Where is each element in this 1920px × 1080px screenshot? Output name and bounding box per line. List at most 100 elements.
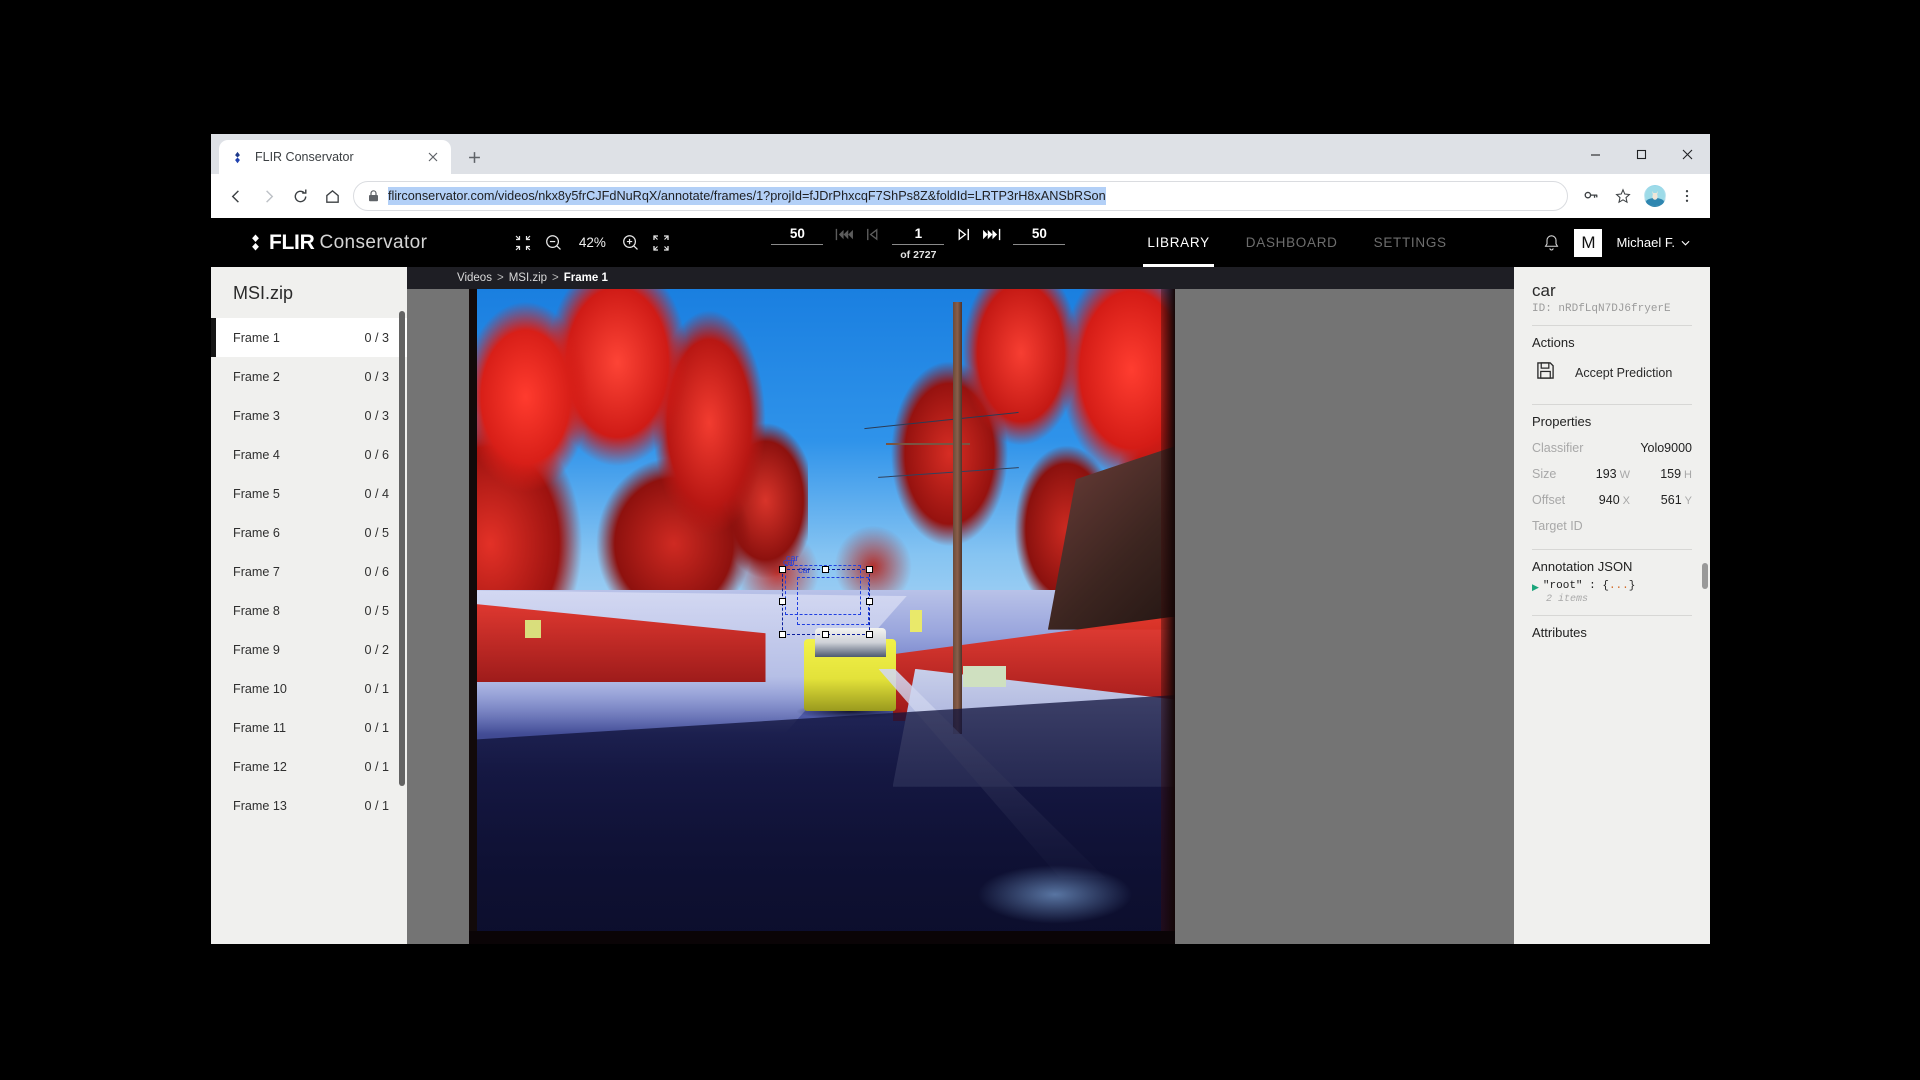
sidebar-scrollbar[interactable]	[399, 311, 405, 786]
resize-handle-n[interactable]	[822, 566, 829, 573]
minimize-button[interactable]	[1572, 134, 1618, 174]
forward-button[interactable]	[253, 181, 283, 211]
tab-library[interactable]: LIBRARY	[1129, 218, 1227, 267]
json-root-key: "root" : {	[1542, 580, 1609, 592]
attributes-heading: Attributes	[1532, 625, 1587, 640]
zoom-out-icon[interactable]	[545, 234, 562, 251]
property-key: Size	[1532, 467, 1557, 481]
tab-settings[interactable]: SETTINGS	[1356, 218, 1465, 267]
frame-list-item[interactable]: Frame 2 0 / 3	[211, 357, 407, 396]
skip-forward-many-icon[interactable]	[982, 225, 1001, 242]
accept-prediction-button[interactable]: Accept Prediction	[1532, 356, 1692, 394]
previous-frame-icon[interactable]	[866, 225, 880, 242]
property-offset-y[interactable]: 561 Y	[1630, 493, 1692, 507]
browser-window: FLIR Conservator flirconservator.com/vid…	[211, 134, 1710, 944]
maximize-button[interactable]	[1618, 134, 1664, 174]
frame-list-item[interactable]: Frame 10 0 / 1	[211, 669, 407, 708]
bell-icon[interactable]	[1543, 234, 1560, 252]
frame-list-item[interactable]: Frame 4 0 / 6	[211, 435, 407, 474]
property-offset: Offset 940 X 561 Y	[1532, 493, 1692, 507]
frame-list-item[interactable]: Frame 1 0 / 3	[211, 318, 407, 357]
frame-name: Frame 12	[233, 759, 287, 774]
annotation-canvas[interactable]: Videos > MSI.zip > Frame 1 car car car	[407, 267, 1514, 944]
actions-heading: Actions	[1532, 335, 1575, 350]
window-controls	[1572, 134, 1710, 174]
property-target-id[interactable]: Target ID	[1532, 519, 1692, 533]
tab-dashboard[interactable]: DASHBOARD	[1228, 218, 1356, 267]
frame-list-item[interactable]: Frame 11 0 / 1	[211, 708, 407, 747]
kebab-menu-icon[interactable]	[1672, 181, 1702, 211]
fullscreen-icon[interactable]	[653, 234, 670, 251]
image-stage[interactable]: car car car	[469, 289, 1175, 944]
skip-back-many-icon[interactable]	[835, 225, 854, 242]
frame-name: Frame 8	[233, 603, 280, 618]
resize-handle-sw[interactable]	[779, 631, 786, 638]
resize-handle-w[interactable]	[779, 598, 786, 605]
frame-list-item[interactable]: Frame 12 0 / 1	[211, 747, 407, 786]
user-name: Michael F.	[1616, 235, 1675, 250]
property-offset-x[interactable]: 940 X	[1568, 493, 1630, 507]
frame-list-item[interactable]: Frame 13 0 / 1	[211, 786, 407, 825]
frame-list-item[interactable]: Frame 3 0 / 3	[211, 396, 407, 435]
new-tab-button[interactable]	[461, 144, 487, 170]
frame-name: Frame 1	[233, 330, 280, 345]
frame-annotation-count: 0 / 3	[364, 330, 389, 345]
avatar[interactable]: M	[1574, 228, 1603, 257]
inspector-scrollbar[interactable]	[1702, 563, 1708, 589]
annotation-title: car	[1532, 281, 1556, 300]
breadcrumb-folder[interactable]: MSI.zip	[509, 272, 547, 284]
zoom-in-icon[interactable]	[622, 234, 639, 251]
frame-list-item[interactable]: Frame 8 0 / 5	[211, 591, 407, 630]
property-key: Target ID	[1532, 519, 1583, 533]
frame-list-item[interactable]: Frame 5 0 / 4	[211, 474, 407, 513]
frame-list-item[interactable]: Frame 7 0 / 6	[211, 552, 407, 591]
next-frame-icon[interactable]	[956, 225, 970, 242]
size-height-unit: H	[1684, 469, 1692, 481]
json-item-count: 2 items	[1546, 594, 1589, 605]
property-size: Size 193 W 159 H	[1532, 467, 1692, 481]
step-back-field[interactable]	[771, 224, 824, 245]
frame-list-item[interactable]: Frame 9 0 / 2	[211, 630, 407, 669]
home-button[interactable]	[317, 181, 347, 211]
close-icon[interactable]	[425, 149, 441, 165]
size-width-value: 193	[1595, 467, 1617, 481]
frame-list-item[interactable]: Frame 6 0 / 5	[211, 513, 407, 552]
frame-name: Frame 11	[233, 720, 286, 735]
back-button[interactable]	[221, 181, 251, 211]
resize-handle-nw[interactable]	[779, 566, 786, 573]
resize-handle-se[interactable]	[866, 631, 873, 638]
frame-name: Frame 4	[233, 447, 280, 462]
expand-arrow-icon[interactable]: ▶	[1532, 580, 1539, 594]
property-size-width[interactable]: 193 W	[1568, 467, 1630, 481]
step-forward-field[interactable]	[1013, 224, 1066, 245]
reload-button[interactable]	[285, 181, 315, 211]
resize-handle-s[interactable]	[822, 631, 829, 638]
star-icon[interactable]	[1608, 181, 1638, 211]
divider	[1532, 325, 1692, 326]
json-dots: ...	[1608, 580, 1629, 592]
json-root-row[interactable]: ▶ "root" : {...}	[1532, 580, 1692, 594]
brand-product: Conservator	[319, 231, 428, 253]
resize-handle-ne[interactable]	[866, 566, 873, 573]
key-icon[interactable]	[1576, 181, 1606, 211]
frame-annotation-count: 0 / 5	[364, 525, 389, 540]
frame-annotation-count: 0 / 4	[364, 486, 389, 501]
fit-inward-icon[interactable]	[515, 235, 531, 251]
current-frame-input	[892, 224, 945, 245]
close-window-button[interactable]	[1664, 134, 1710, 174]
sidebar-title: MSI.zip	[233, 283, 294, 303]
breadcrumb-videos[interactable]: Videos	[457, 272, 492, 284]
address-bar[interactable]: flirconservator.com/videos/nkx8y5frCJFdN…	[353, 181, 1568, 211]
resize-handle-e[interactable]	[866, 598, 873, 605]
frame-name: Frame 2	[233, 369, 280, 384]
profile-avatar[interactable]	[1640, 181, 1670, 211]
user-menu[interactable]: Michael F.	[1616, 235, 1690, 250]
frame-name: Frame 10	[233, 681, 287, 696]
annotation-box-selected[interactable]: car	[779, 557, 873, 638]
app-logo[interactable]: FLIR Conservator	[247, 231, 427, 255]
offset-y-value: 561	[1660, 493, 1682, 507]
browser-tab[interactable]: FLIR Conservator	[219, 140, 451, 174]
property-size-height[interactable]: 159 H	[1630, 467, 1692, 481]
frame-annotation-count: 0 / 3	[364, 408, 389, 423]
current-frame-field[interactable]: of 2727	[892, 224, 945, 261]
